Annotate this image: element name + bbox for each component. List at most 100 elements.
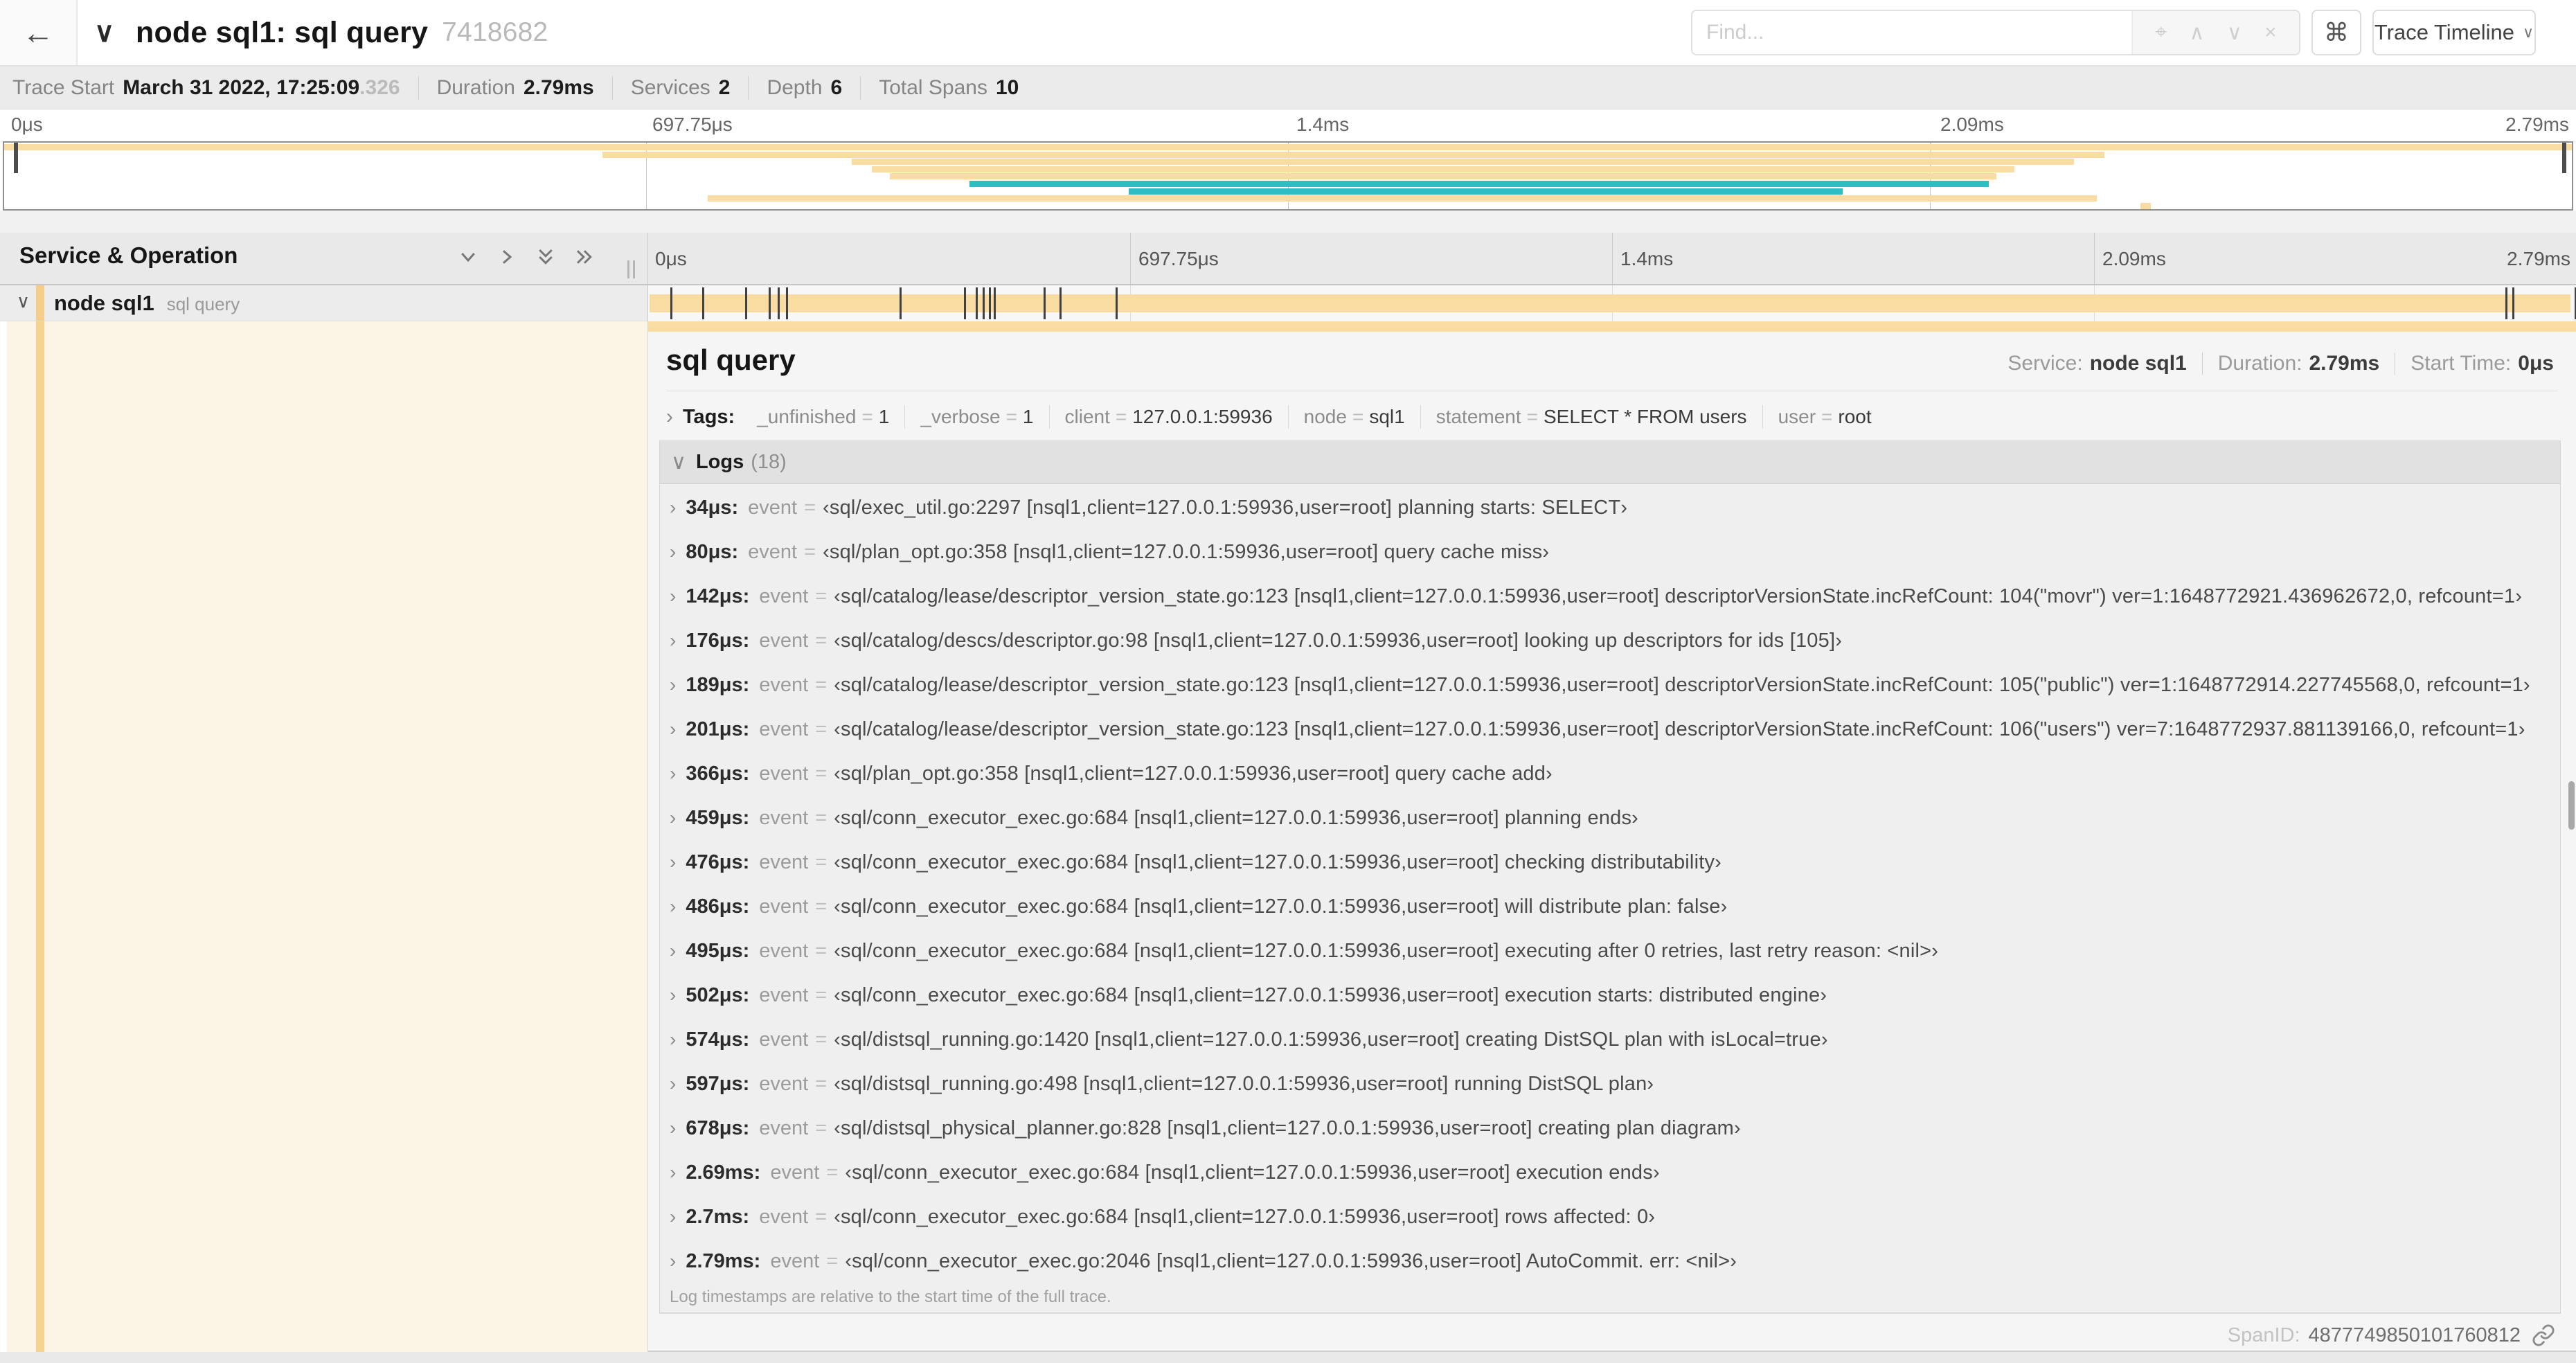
log-row[interactable]: › 597μs: event = ‹sql/distsql_running.go:498… xyxy=(660,1062,2560,1106)
column-resize-handle[interactable] xyxy=(627,260,635,278)
collapse-one-icon[interactable] xyxy=(458,247,478,267)
chevron-right-icon: › xyxy=(670,497,677,518)
timeline-header-row: Service & Operation 0μs 697.75μs 1.4ms 2.09… xyxy=(0,233,2576,285)
trace-id: 7418682 xyxy=(442,17,548,47)
scrollbar-thumb[interactable] xyxy=(2568,781,2575,830)
log-row[interactable]: › 366μs: event = ‹sql/plan_opt.go:358 [nsql1… xyxy=(660,751,2560,796)
chevron-down-icon[interactable]: ∨ xyxy=(2227,21,2242,45)
collapse-all-icon[interactable] xyxy=(535,247,556,267)
services-value: 2 xyxy=(718,75,731,99)
services-label: Services xyxy=(630,75,710,99)
gridline xyxy=(1612,233,1613,284)
tag-value: root xyxy=(1838,406,1872,427)
log-timestamp: 574μs: xyxy=(686,1028,750,1051)
log-row[interactable]: › 34μs: event = ‹sql/exec_util.go:2297 [nsql… xyxy=(660,485,2560,530)
log-field-value: ‹sql/distsql_running.go:498 [nsql1,clien… xyxy=(834,1072,1654,1095)
tag-key: client xyxy=(1064,406,1110,427)
chevron-right-icon: › xyxy=(670,984,677,1006)
span-row-timeline-cell[interactable] xyxy=(647,285,2576,321)
log-field-value: ‹sql/plan_opt.go:358 [nsql1,client=127.0… xyxy=(834,762,1553,785)
log-timestamp: 80μs: xyxy=(686,540,739,563)
minimap-span-bar xyxy=(890,173,1997,180)
log-field-key: event xyxy=(759,939,809,962)
span-row[interactable]: ∨ node sql1 sql query xyxy=(0,285,2576,321)
top-bar: ← ∨ node sql1: sql query 7418682 ⌖ ∧ ∨ × … xyxy=(0,0,2576,66)
minimap-span-bar xyxy=(851,159,2074,166)
span-detail-panel: sql query Service: node sql1 Duration: 2.7… xyxy=(647,321,2576,1352)
duration-label: Duration: xyxy=(2217,352,2302,375)
tick-label: 2.79ms xyxy=(2505,114,2569,135)
total-spans-label: Total Spans xyxy=(879,75,987,99)
tag-key: statement xyxy=(1435,406,1521,427)
span-collapse-chevron-icon[interactable]: ∨ xyxy=(17,291,30,312)
minimap-left-scrubber[interactable] xyxy=(14,143,18,173)
equals-sign: = xyxy=(815,895,828,918)
span-detail-accent-bar[interactable] xyxy=(648,321,2576,332)
log-timestamp: 2.69ms: xyxy=(686,1161,761,1184)
minimap-right-scrubber[interactable] xyxy=(2562,143,2566,173)
log-tick-mark xyxy=(1043,287,1046,319)
span-color-stripe xyxy=(36,321,44,1352)
tick-label: 0μs xyxy=(11,114,43,135)
log-row[interactable]: › 459μs: event = ‹sql/conn_executor_exec.go:… xyxy=(660,796,2560,840)
equals-sign: = xyxy=(1005,406,1017,427)
log-row[interactable]: › 176μs: event = ‹sql/catalog/descs/descript… xyxy=(660,618,2560,663)
log-field-key: event xyxy=(748,496,798,519)
timeline-tick-header: 0μs 697.75μs 1.4ms 2.09ms 2.79ms xyxy=(647,233,2576,284)
logs-header[interactable]: ∨ Logs (18) xyxy=(660,441,2560,484)
log-row[interactable]: › 495μs: event = ‹sql/conn_executor_exec.go:… xyxy=(660,929,2560,973)
keyboard-shortcuts-button[interactable]: ⌘ xyxy=(2311,10,2361,55)
log-row[interactable]: › 678μs: event = ‹sql/distsql_physical_plann… xyxy=(660,1106,2560,1150)
log-row[interactable]: › 476μs: event = ‹sql/conn_executor_exec.go:… xyxy=(660,840,2560,884)
log-field-value: ‹sql/plan_opt.go:358 [nsql1,client=127.0… xyxy=(823,540,1550,563)
log-row[interactable]: › 189μs: event = ‹sql/catalog/lease/descript… xyxy=(660,663,2560,707)
log-row[interactable]: › 2.79ms: event = ‹sql/conn_executor_exec.go… xyxy=(660,1239,2560,1283)
expand-one-icon[interactable] xyxy=(497,247,517,267)
log-row[interactable]: › 502μs: event = ‹sql/conn_executor_exec.go:… xyxy=(660,973,2560,1017)
back-button[interactable]: ← xyxy=(0,0,78,65)
trace-meta-bar: Trace Start March 31 2022, 17:25:09 .326… xyxy=(0,66,2576,109)
expand-all-icon[interactable] xyxy=(574,247,595,267)
log-timestamp: 2.7ms: xyxy=(686,1205,750,1228)
log-row[interactable]: › 574μs: event = ‹sql/distsql_running.go:142… xyxy=(660,1017,2560,1062)
minimap-span-bar xyxy=(2140,202,2151,209)
log-row[interactable]: › 2.7ms: event = ‹sql/conn_executor_exec.go:… xyxy=(660,1195,2560,1239)
trace-view-selector[interactable]: Trace Timeline ∨ xyxy=(2372,10,2536,55)
find-icons: ⌖ ∧ ∨ × xyxy=(2131,11,2299,54)
link-icon[interactable] xyxy=(2532,1324,2555,1347)
minimap-span-bar xyxy=(4,144,2572,150)
trace-collapse-chevron-icon[interactable]: ∨ xyxy=(94,0,114,65)
tags-row[interactable]: › Tags: _unfinished = 1 _verbose = 1 client = 12… xyxy=(666,399,1887,435)
span-duration-bar[interactable] xyxy=(650,294,2570,312)
equals-sign: = xyxy=(1352,406,1364,427)
find-group: ⌖ ∧ ∨ × xyxy=(1691,10,2300,55)
log-timestamp: 459μs: xyxy=(686,806,750,829)
equals-sign: = xyxy=(815,718,828,740)
log-row[interactable]: › 486μs: event = ‹sql/conn_executor_exec.go:… xyxy=(660,884,2560,929)
target-icon[interactable]: ⌖ xyxy=(2155,21,2167,44)
log-row[interactable]: › 142μs: event = ‹sql/catalog/lease/descript… xyxy=(660,574,2560,618)
log-field-key: event xyxy=(759,1116,809,1139)
log-field-value: ‹sql/conn_executor_exec.go:684 [nsql1,cl… xyxy=(834,806,1639,829)
clear-icon[interactable]: × xyxy=(2264,21,2277,44)
chevron-up-icon[interactable]: ∧ xyxy=(2190,21,2205,45)
log-rows: › 34μs: event = ‹sql/exec_util.go:2297 [nsql… xyxy=(660,485,2560,1283)
equals-sign: = xyxy=(815,1028,828,1051)
log-field-value: ‹sql/catalog/lease/descriptor_version_st… xyxy=(834,585,2523,607)
bottom-strip xyxy=(0,1352,2576,1363)
span-row-service-cell[interactable]: ∨ node sql1 sql query xyxy=(0,285,647,321)
find-input[interactable] xyxy=(1692,11,2131,54)
tag-value: SELECT * FROM users xyxy=(1544,406,1747,427)
log-row[interactable]: › 201μs: event = ‹sql/catalog/lease/descript… xyxy=(660,707,2560,751)
trace-minimap[interactable] xyxy=(3,141,2573,211)
equals-sign: = xyxy=(815,983,828,1006)
start-time-value: 0μs xyxy=(2518,352,2554,375)
log-field-key: event xyxy=(770,1161,820,1184)
gridline xyxy=(1130,233,1131,284)
tag-item: _unfinished = 1 xyxy=(742,405,906,429)
log-row[interactable]: › 2.69ms: event = ‹sql/conn_executor_exec.go… xyxy=(660,1150,2560,1195)
log-row[interactable]: › 80μs: event = ‹sql/plan_opt.go:358 [nsql1,… xyxy=(660,530,2560,574)
trace-start-fraction: .326 xyxy=(359,75,400,99)
log-field-key: event xyxy=(759,1205,809,1228)
depth-label: Depth xyxy=(767,75,823,99)
